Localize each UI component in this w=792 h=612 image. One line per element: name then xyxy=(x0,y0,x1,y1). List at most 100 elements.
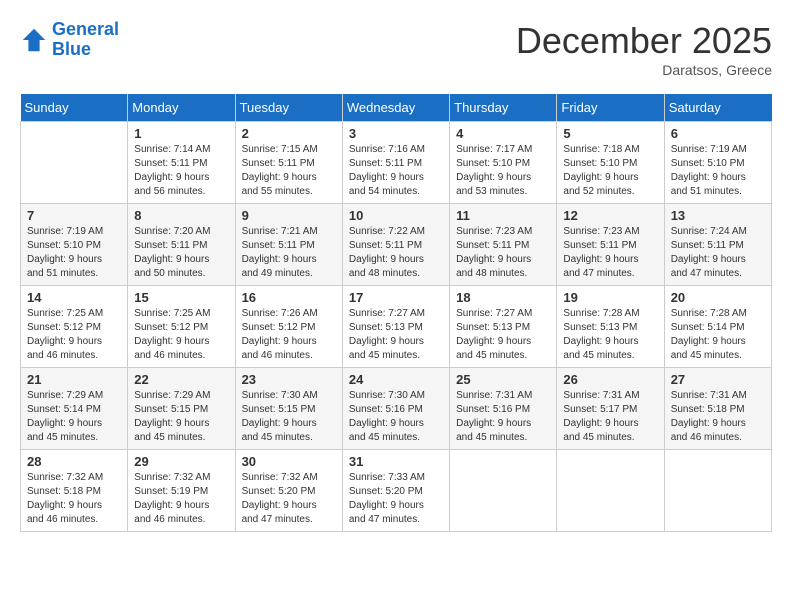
day-info: Sunrise: 7:22 AM Sunset: 5:11 PM Dayligh… xyxy=(349,225,443,281)
day-info: Sunrise: 7:32 AM Sunset: 5:20 PM Dayligh… xyxy=(242,471,336,527)
day-number: 14 xyxy=(27,290,121,305)
day-info: Sunrise: 7:27 AM Sunset: 5:13 PM Dayligh… xyxy=(349,307,443,363)
day-info: Sunrise: 7:30 AM Sunset: 5:15 PM Dayligh… xyxy=(242,389,336,445)
day-number: 21 xyxy=(27,372,121,387)
calendar-cell: 18 Sunrise: 7:27 AM Sunset: 5:13 PM Dayli… xyxy=(450,286,557,368)
calendar-cell: 20 Sunrise: 7:28 AM Sunset: 5:14 PM Dayli… xyxy=(664,286,771,368)
day-number: 25 xyxy=(456,372,550,387)
logo-text: General Blue xyxy=(52,20,119,60)
calendar-cell: 27Sunrise: 7:31 AM Sunset: 5:18 PM Dayli… xyxy=(664,368,771,450)
calendar-cell: 17 Sunrise: 7:27 AM Sunset: 5:13 PM Dayli… xyxy=(342,286,449,368)
day-number: 17 xyxy=(349,290,443,305)
day-number: 18 xyxy=(456,290,550,305)
calendar-cell: 23 Sunrise: 7:30 AM Sunset: 5:15 PM Dayli… xyxy=(235,368,342,450)
day-number: 13 xyxy=(671,208,765,223)
logo-icon xyxy=(20,26,48,54)
calendar-cell: 13Sunrise: 7:24 AM Sunset: 5:11 PM Dayli… xyxy=(664,204,771,286)
day-info: Sunrise: 7:27 AM Sunset: 5:13 PM Dayligh… xyxy=(456,307,550,363)
weekday-header-friday: Friday xyxy=(557,94,664,122)
page-header: General Blue December 2025 Daratsos, Gre… xyxy=(20,20,772,78)
day-number: 12 xyxy=(563,208,657,223)
calendar-cell: 21Sunrise: 7:29 AM Sunset: 5:14 PM Dayli… xyxy=(21,368,128,450)
weekday-header-tuesday: Tuesday xyxy=(235,94,342,122)
calendar-cell: 3 Sunrise: 7:16 AM Sunset: 5:11 PM Daylig… xyxy=(342,122,449,204)
calendar-cell xyxy=(557,450,664,532)
calendar-cell: 25Sunrise: 7:31 AM Sunset: 5:16 PM Dayli… xyxy=(450,368,557,450)
day-info: Sunrise: 7:16 AM Sunset: 5:11 PM Dayligh… xyxy=(349,143,443,199)
day-info: Sunrise: 7:18 AM Sunset: 5:10 PM Dayligh… xyxy=(563,143,657,199)
calendar-week-row: 21Sunrise: 7:29 AM Sunset: 5:14 PM Dayli… xyxy=(21,368,772,450)
day-number: 9 xyxy=(242,208,336,223)
day-number: 19 xyxy=(563,290,657,305)
day-number: 28 xyxy=(27,454,121,469)
day-info: Sunrise: 7:19 AM Sunset: 5:10 PM Dayligh… xyxy=(27,225,121,281)
calendar-cell: 4Sunrise: 7:17 AM Sunset: 5:10 PM Daylig… xyxy=(450,122,557,204)
day-number: 16 xyxy=(242,290,336,305)
day-number: 11 xyxy=(456,208,550,223)
day-info: Sunrise: 7:21 AM Sunset: 5:11 PM Dayligh… xyxy=(242,225,336,281)
calendar-cell xyxy=(450,450,557,532)
day-number: 3 xyxy=(349,126,443,141)
day-number: 23 xyxy=(242,372,336,387)
calendar-week-row: 7 Sunrise: 7:19 AM Sunset: 5:10 PM Daylig… xyxy=(21,204,772,286)
day-info: Sunrise: 7:26 AM Sunset: 5:12 PM Dayligh… xyxy=(242,307,336,363)
calendar-cell: 28 Sunrise: 7:32 AM Sunset: 5:18 PM Dayli… xyxy=(21,450,128,532)
calendar-cell: 19 Sunrise: 7:28 AM Sunset: 5:13 PM Dayli… xyxy=(557,286,664,368)
calendar-cell: 1 Sunrise: 7:14 AM Sunset: 5:11 PM Daylig… xyxy=(128,122,235,204)
day-number: 24 xyxy=(349,372,443,387)
day-number: 4 xyxy=(456,126,550,141)
calendar-cell: 10Sunrise: 7:22 AM Sunset: 5:11 PM Dayli… xyxy=(342,204,449,286)
day-info: Sunrise: 7:32 AM Sunset: 5:18 PM Dayligh… xyxy=(27,471,121,527)
day-number: 15 xyxy=(134,290,228,305)
location: Daratsos, Greece xyxy=(516,62,772,78)
calendar-cell: 9 Sunrise: 7:21 AM Sunset: 5:11 PM Daylig… xyxy=(235,204,342,286)
calendar-cell: 2Sunrise: 7:15 AM Sunset: 5:11 PM Daylig… xyxy=(235,122,342,204)
weekday-header-saturday: Saturday xyxy=(664,94,771,122)
weekday-header-monday: Monday xyxy=(128,94,235,122)
weekday-header-wednesday: Wednesday xyxy=(342,94,449,122)
day-info: Sunrise: 7:20 AM Sunset: 5:11 PM Dayligh… xyxy=(134,225,228,281)
day-info: Sunrise: 7:30 AM Sunset: 5:16 PM Dayligh… xyxy=(349,389,443,445)
title-section: December 2025 Daratsos, Greece xyxy=(516,20,772,78)
calendar-week-row: 28 Sunrise: 7:32 AM Sunset: 5:18 PM Dayli… xyxy=(21,450,772,532)
day-number: 1 xyxy=(134,126,228,141)
day-number: 7 xyxy=(27,208,121,223)
day-number: 20 xyxy=(671,290,765,305)
day-info: Sunrise: 7:23 AM Sunset: 5:11 PM Dayligh… xyxy=(456,225,550,281)
day-number: 5 xyxy=(563,126,657,141)
calendar-cell: 30 Sunrise: 7:32 AM Sunset: 5:20 PM Dayli… xyxy=(235,450,342,532)
calendar-cell: 6 Sunrise: 7:19 AM Sunset: 5:10 PM Daylig… xyxy=(664,122,771,204)
day-number: 30 xyxy=(242,454,336,469)
day-number: 6 xyxy=(671,126,765,141)
day-info: Sunrise: 7:19 AM Sunset: 5:10 PM Dayligh… xyxy=(671,143,765,199)
calendar-table: SundayMondayTuesdayWednesdayThursdayFrid… xyxy=(20,94,772,532)
calendar-week-row: 14 Sunrise: 7:25 AM Sunset: 5:12 PM Dayli… xyxy=(21,286,772,368)
day-info: Sunrise: 7:23 AM Sunset: 5:11 PM Dayligh… xyxy=(563,225,657,281)
calendar-cell: 22 Sunrise: 7:29 AM Sunset: 5:15 PM Dayli… xyxy=(128,368,235,450)
day-info: Sunrise: 7:31 AM Sunset: 5:18 PM Dayligh… xyxy=(671,389,765,445)
calendar-cell: 8 Sunrise: 7:20 AM Sunset: 5:11 PM Daylig… xyxy=(128,204,235,286)
calendar-cell: 7 Sunrise: 7:19 AM Sunset: 5:10 PM Daylig… xyxy=(21,204,128,286)
calendar-cell: 5 Sunrise: 7:18 AM Sunset: 5:10 PM Daylig… xyxy=(557,122,664,204)
weekday-header-row: SundayMondayTuesdayWednesdayThursdayFrid… xyxy=(21,94,772,122)
day-number: 8 xyxy=(134,208,228,223)
day-info: Sunrise: 7:25 AM Sunset: 5:12 PM Dayligh… xyxy=(134,307,228,363)
calendar-cell: 14Sunrise: 7:25 AM Sunset: 5:12 PM Dayli… xyxy=(21,286,128,368)
day-number: 31 xyxy=(349,454,443,469)
calendar-cell: 29 Sunrise: 7:32 AM Sunset: 5:19 PM Dayli… xyxy=(128,450,235,532)
day-info: Sunrise: 7:33 AM Sunset: 5:20 PM Dayligh… xyxy=(349,471,443,527)
day-number: 22 xyxy=(134,372,228,387)
day-info: Sunrise: 7:14 AM Sunset: 5:11 PM Dayligh… xyxy=(134,143,228,199)
day-number: 29 xyxy=(134,454,228,469)
weekday-header-sunday: Sunday xyxy=(21,94,128,122)
calendar-cell: 12 Sunrise: 7:23 AM Sunset: 5:11 PM Dayli… xyxy=(557,204,664,286)
day-number: 26 xyxy=(563,372,657,387)
day-info: Sunrise: 7:28 AM Sunset: 5:13 PM Dayligh… xyxy=(563,307,657,363)
calendar-cell: 16 Sunrise: 7:26 AM Sunset: 5:12 PM Dayli… xyxy=(235,286,342,368)
day-info: Sunrise: 7:28 AM Sunset: 5:14 PM Dayligh… xyxy=(671,307,765,363)
calendar-cell xyxy=(21,122,128,204)
calendar-cell: 26Sunrise: 7:31 AM Sunset: 5:17 PM Dayli… xyxy=(557,368,664,450)
day-info: Sunrise: 7:32 AM Sunset: 5:19 PM Dayligh… xyxy=(134,471,228,527)
calendar-cell: 15 Sunrise: 7:25 AM Sunset: 5:12 PM Dayli… xyxy=(128,286,235,368)
day-info: Sunrise: 7:29 AM Sunset: 5:15 PM Dayligh… xyxy=(134,389,228,445)
